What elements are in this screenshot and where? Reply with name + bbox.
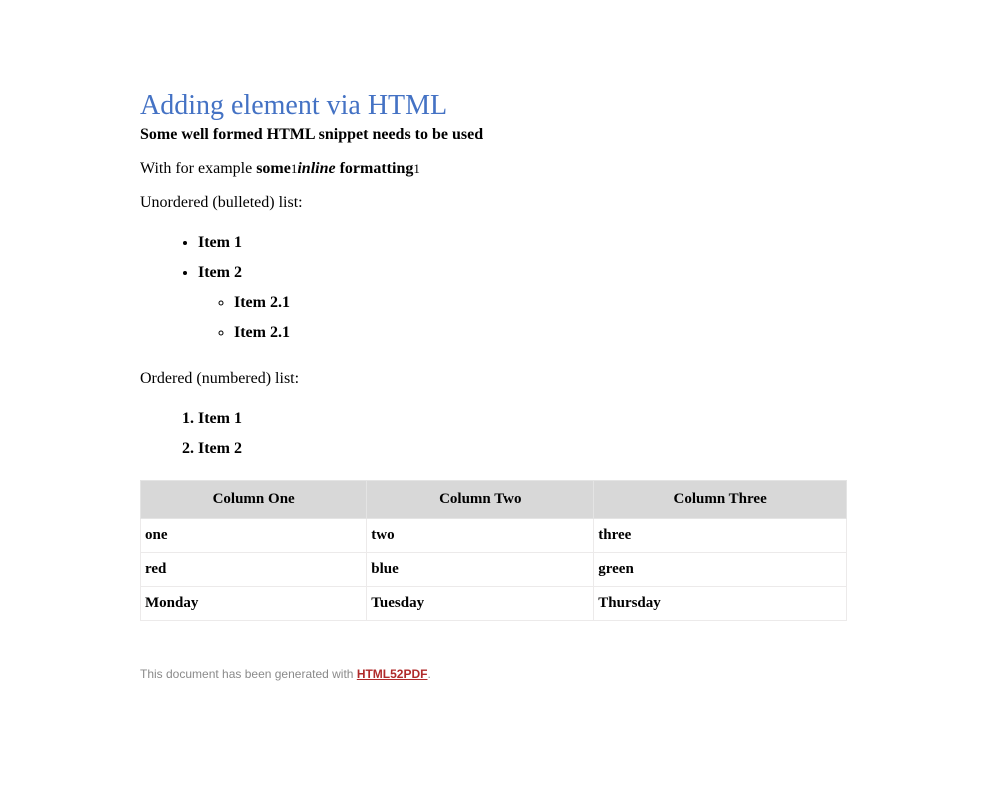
table-row: one two three [141, 519, 847, 553]
footer: This document has been generated with HT… [140, 667, 847, 681]
list-item: Item 2.1 [234, 318, 847, 348]
table-row: Monday Tuesday Thursday [141, 587, 847, 621]
table-header: Column Two [367, 481, 594, 519]
list-item: Item 2.1 [234, 288, 847, 318]
list-item-label: Item 2.1 [234, 324, 290, 341]
page-container: Adding element via HTML Some well formed… [0, 0, 987, 811]
list-item: Item 2 Item 2.1 Item 2.1 [198, 258, 847, 354]
inline-bold-2: formatting [336, 160, 414, 177]
table-header-row: Column One Column Two Column Three [141, 481, 847, 519]
list-item-label: Item 2.1 [234, 294, 290, 311]
table-header: Column Three [594, 481, 847, 519]
data-table: Column One Column Two Column Three one t… [140, 480, 847, 621]
table-row: red blue green [141, 553, 847, 587]
list-item-label: Item 1 [198, 234, 242, 251]
unordered-label: Unordered (bulleted) list: [140, 194, 847, 212]
inline-prefix: With for example [140, 160, 256, 177]
footer-suffix: . [427, 667, 430, 681]
lead-paragraph: Some well formed HTML snippet needs to b… [140, 126, 847, 144]
inline-bold-1: some [256, 160, 291, 177]
unordered-sublist: Item 2.1 Item 2.1 [198, 288, 847, 348]
list-item: Item 1 [198, 404, 847, 434]
table-cell: three [594, 519, 847, 553]
list-item-label: Item 1 [198, 410, 242, 427]
list-item: Item 2 [198, 434, 847, 464]
table-cell: red [141, 553, 367, 587]
table-cell: two [367, 519, 594, 553]
list-item-label: Item 2 [198, 440, 242, 457]
table-cell: Monday [141, 587, 367, 621]
ordered-label: Ordered (numbered) list: [140, 370, 847, 388]
ordered-list: Item 1 Item 2 [140, 404, 847, 464]
table-cell: Thursday [594, 587, 847, 621]
table-cell: one [141, 519, 367, 553]
footer-text: This document has been generated with [140, 667, 357, 681]
table-cell: Tuesday [367, 587, 594, 621]
table-cell: blue [367, 553, 594, 587]
unordered-list: Item 1 Item 2 Item 2.1 Item 2.1 [140, 228, 847, 354]
inline-italic: inline [297, 160, 335, 177]
table-header: Column One [141, 481, 367, 519]
list-item-label: Item 2 [198, 264, 242, 281]
inline-paragraph: With for example some1inline formatting1 [140, 160, 847, 178]
list-item: Item 1 [198, 228, 847, 258]
footer-link[interactable]: HTML52PDF [357, 667, 428, 681]
inline-small-2: 1 [413, 161, 420, 176]
table-cell: green [594, 553, 847, 587]
page-title: Adding element via HTML [140, 90, 847, 122]
